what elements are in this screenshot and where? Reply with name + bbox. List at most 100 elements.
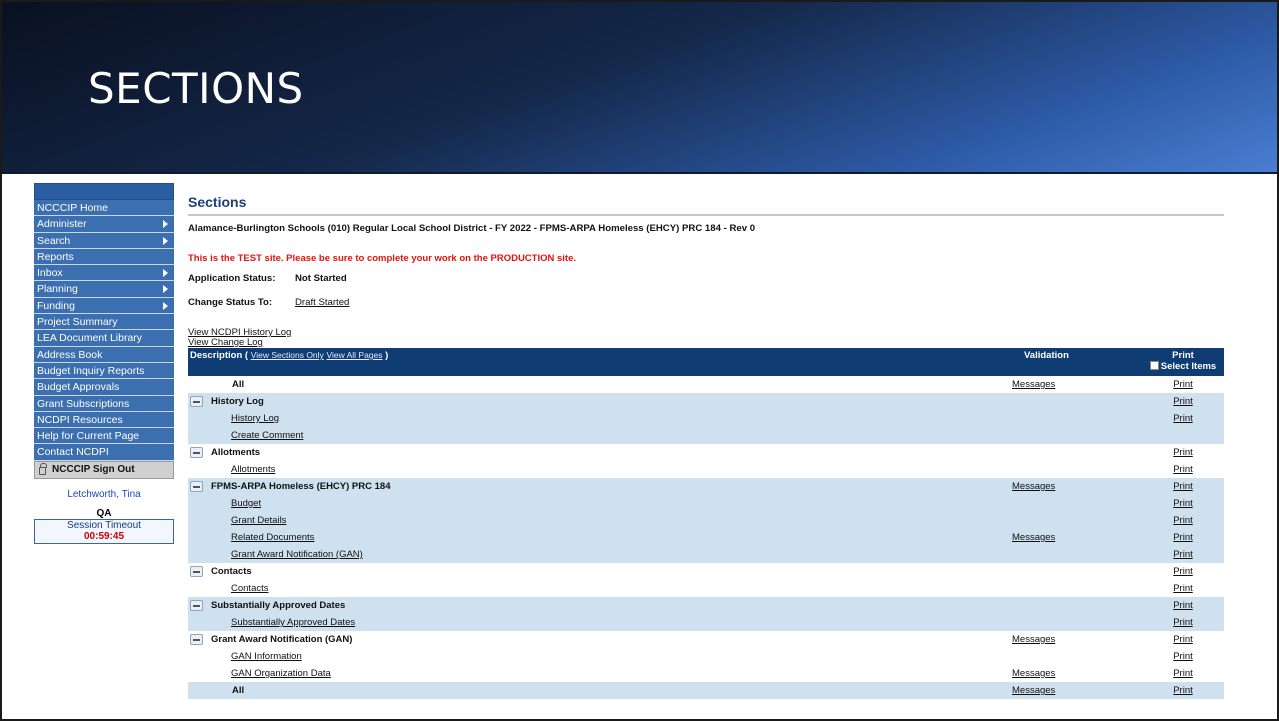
collapse-icon[interactable] (190, 566, 203, 577)
sidebar-item-contact-ncdpi[interactable]: Contact NCDPI (34, 444, 174, 461)
table-row: Related Documents Messages Print (188, 529, 1224, 546)
page-link[interactable]: Substantially Approved Dates (231, 617, 355, 628)
table-row: Substantially Approved Dates Print (188, 614, 1224, 631)
sidebar-item-grant-subscriptions[interactable]: Grant Subscriptions (34, 395, 174, 412)
sidebar-item-label: Inbox (37, 267, 63, 280)
submenu-arrow-icon (163, 285, 168, 294)
validation-cell (1012, 512, 1142, 529)
all-label: All (188, 376, 1012, 393)
page-link[interactable]: Create Comment (231, 430, 303, 441)
validation-header: Validation (1012, 348, 1142, 376)
messages-link[interactable]: Messages (1012, 379, 1055, 390)
print-link[interactable]: Print (1173, 515, 1193, 526)
print-link[interactable]: Print (1173, 498, 1193, 509)
sidebar-item-administer[interactable]: Administer (34, 216, 174, 233)
validation-cell (1012, 614, 1142, 631)
print-link[interactable]: Print (1173, 532, 1193, 543)
sidebar-item-inbox[interactable]: Inbox (34, 265, 174, 282)
sidebar-item-funding[interactable]: Funding (34, 297, 174, 315)
print-link[interactable]: Print (1173, 634, 1193, 645)
sidebar-item-label: Grant Subscriptions (37, 397, 130, 410)
description-header-label: Description (190, 350, 243, 361)
print-link[interactable]: Print (1173, 617, 1193, 628)
table-row: Grant Award Notification (GAN) Print (188, 546, 1224, 563)
print-link[interactable]: Print (1173, 668, 1193, 679)
page-link[interactable]: Budget (231, 498, 261, 509)
application-status-value: Not Started (295, 273, 347, 284)
table-row: Substantially Approved Dates Print (188, 597, 1224, 614)
page-link[interactable]: Contacts (231, 583, 269, 594)
sidebar-nav: NCCCIP Home Administer Search Reports Inbox P… (34, 183, 174, 544)
draft-started-link[interactable]: Draft Started (295, 297, 349, 308)
sidebar-item-ncccip-home[interactable]: NCCCIP Home (34, 200, 174, 217)
messages-link[interactable]: Messages (1012, 532, 1055, 543)
sidebar-item-label: Search (37, 234, 71, 247)
validation-cell (1012, 597, 1142, 614)
print-link[interactable]: Print (1173, 396, 1193, 407)
sidebar-item-search[interactable]: Search (34, 232, 174, 249)
print-link[interactable]: Print (1173, 464, 1193, 475)
sidebar-item-help-for-current-page[interactable]: Help for Current Page (34, 428, 174, 445)
view-change-log-link[interactable]: View Change Log (188, 338, 1224, 348)
print-link[interactable]: Print (1173, 379, 1193, 390)
validation-cell (1012, 393, 1142, 410)
messages-link[interactable]: Messages (1012, 685, 1055, 696)
validation-cell (1012, 461, 1142, 478)
print-link[interactable]: Print (1173, 481, 1193, 492)
collapse-icon[interactable] (190, 481, 203, 492)
validation-cell (1012, 410, 1142, 427)
collapse-icon[interactable] (190, 634, 203, 645)
print-cell: Print (1142, 495, 1224, 512)
collapse-icon[interactable] (190, 396, 203, 407)
page-link[interactable]: GAN Information (231, 651, 302, 662)
sidebar-item-budget-approvals[interactable]: Budget Approvals (34, 379, 174, 396)
print-link[interactable]: Print (1173, 583, 1193, 594)
view-history-log-link[interactable]: View NCDPI History Log (188, 328, 1224, 338)
sidebar-item-reports[interactable]: Reports (34, 248, 174, 266)
sidebar-item-label: NCCCIP Home (37, 202, 108, 214)
print-link[interactable]: Print (1173, 651, 1193, 662)
print-link[interactable]: Print (1173, 413, 1193, 424)
print-link[interactable]: Print (1173, 549, 1193, 560)
print-cell: Print (1142, 563, 1224, 580)
page-cell: Related Documents (188, 529, 1012, 546)
print-link[interactable]: Print (1173, 600, 1193, 611)
print-cell: Print (1142, 393, 1224, 410)
select-items-label: Select Items (1160, 361, 1217, 372)
collapse-icon[interactable] (190, 600, 203, 611)
sidebar-item-label: NCDPI Resources (37, 413, 123, 426)
page-link[interactable]: Allotments (231, 464, 275, 475)
section-title: Contacts (211, 566, 252, 577)
messages-link[interactable]: Messages (1012, 668, 1055, 679)
view-all-pages-link[interactable]: View All Pages (326, 350, 382, 360)
sidebar-item-project-summary[interactable]: Project Summary (34, 314, 174, 331)
sidebar-item-budget-inquiry-reports[interactable]: Budget Inquiry Reports (34, 362, 174, 380)
messages-link[interactable]: Messages (1012, 634, 1055, 645)
sign-out-button[interactable]: NCCCIP Sign Out (34, 460, 174, 479)
sidebar-item-label: Planning (37, 283, 78, 296)
page-link[interactable]: Related Documents (231, 532, 314, 543)
messages-link[interactable]: Messages (1012, 481, 1055, 492)
print-link[interactable]: Print (1173, 685, 1193, 696)
print-link[interactable]: Print (1173, 566, 1193, 577)
sidebar-item-lea-document-library[interactable]: LEA Document Library (34, 330, 174, 347)
sidebar-item-planning[interactable]: Planning (34, 281, 174, 298)
sidebar-item-label: Help for Current Page (37, 430, 140, 443)
application-status-row: Application Status: Not Started (188, 273, 1224, 284)
page-link[interactable]: History Log (231, 413, 279, 424)
print-cell (1142, 427, 1224, 444)
table-row: FPMS-ARPA Homeless (EHCY) PRC 184 Message… (188, 478, 1224, 495)
page-link[interactable]: Grant Award Notification (GAN) (231, 549, 363, 560)
collapse-icon[interactable] (190, 447, 203, 458)
sidebar-item-label: LEA Document Library (37, 332, 143, 345)
sidebar-item-address-book[interactable]: Address Book (34, 346, 174, 363)
select-items-checkbox[interactable] (1149, 361, 1159, 370)
sidebar-item-ncdpi-resources[interactable]: NCDPI Resources (34, 411, 174, 429)
page-link[interactable]: GAN Organization Data (231, 668, 331, 679)
table-row: All Messages Print (188, 376, 1224, 393)
page-link[interactable]: Grant Details (231, 515, 286, 526)
page-cell: Create Comment (188, 427, 1012, 444)
page-title: Sections (188, 194, 247, 210)
print-link[interactable]: Print (1173, 447, 1193, 458)
view-sections-only-link[interactable]: View Sections Only (251, 350, 324, 360)
